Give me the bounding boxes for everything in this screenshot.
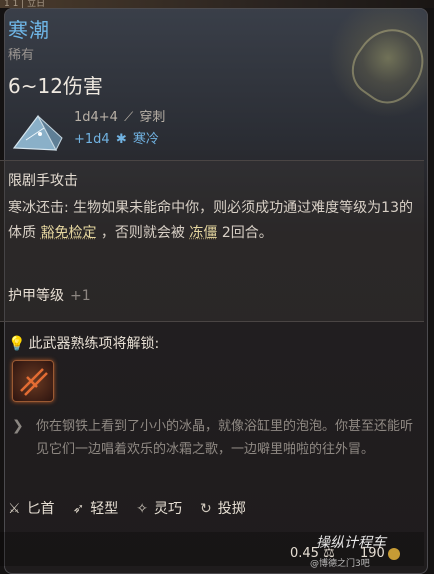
damage-type-piercing: 穿刺 (139, 110, 166, 125)
gold-coin-icon (387, 547, 400, 560)
property-dagger: ⚔ 匕首 (8, 498, 55, 518)
property-label: 投掷 (217, 501, 246, 517)
proficiency-label: 此武器熟练项将解锁: (28, 336, 160, 352)
throw-icon: ↻ (200, 501, 212, 517)
damage-dice-cold: +1d4 ✱ 寒冷 (74, 128, 159, 147)
snowflake-icon: ✱ (115, 132, 127, 147)
ability-desc-suffix: 2回合。 (221, 225, 273, 241)
ability-title: 限剧手攻击 (8, 173, 78, 189)
ability-description: 寒冰还击: 生物如果未能命中你，则必须成功通过难度等级为13的体质 豁免检定 ，… (8, 196, 418, 246)
frozen-status-link[interactable]: 冻僵 (189, 225, 217, 241)
armor-class-label: 护甲等级 (8, 288, 64, 304)
dagger-pyramid-icon (12, 114, 63, 152)
property-label: 灵巧 (154, 501, 183, 517)
damage-type-cold: 寒冷 (132, 132, 159, 147)
saving-throw-link[interactable]: 豁免检定 (40, 225, 96, 241)
skill-slash-icon[interactable] (12, 360, 54, 402)
proficiency-row: 💡 此武器熟练项将解锁: (8, 333, 159, 353)
weapon-properties: ⚔ 匕首 ➶ 轻型 ✧ 灵巧 ↻ 投掷 (8, 498, 246, 518)
slash-glyph-icon (20, 368, 48, 396)
dagger-icon: ⚔ (8, 501, 21, 517)
property-finesse: ✧ 灵巧 (136, 498, 182, 518)
piercing-icon: ⟋ (124, 110, 134, 125)
property-label: 轻型 (90, 501, 119, 517)
armor-class-value: +1 (70, 288, 91, 304)
item-damage: 6~12伤害 (8, 74, 103, 98)
armor-class-row: 护甲等级 +1 (8, 285, 91, 305)
lightbulb-icon: 💡 (8, 336, 26, 352)
item-rarity: 稀有 (8, 48, 35, 63)
damage-dice-piercing: 1d4+4 ⟋ 穿刺 (74, 106, 165, 125)
top-strip: 1 1 | 立日 (0, 0, 434, 9)
finesse-icon: ✧ (136, 501, 149, 517)
feather-icon: ➶ (72, 501, 85, 517)
item-name: 寒潮 (8, 18, 50, 42)
property-thrown: ↻ 投掷 (200, 498, 246, 518)
flavor-text: 你在钢铁上看到了小小的冰晶，就像浴缸里的泡泡。你甚至还能听见它们一边唱着欢乐的冰… (36, 419, 414, 457)
property-label: 匕首 (26, 501, 55, 517)
property-light: ➶ 轻型 (73, 498, 119, 518)
watermark-source: @博德之门3吧 (310, 559, 370, 569)
ability-desc-mid: ，否则就会被 (100, 225, 185, 241)
quote-icon: ❯ (12, 418, 24, 434)
damage-dice: 1d4+4 (74, 110, 118, 125)
bonus-dice: +1d4 (74, 132, 110, 147)
